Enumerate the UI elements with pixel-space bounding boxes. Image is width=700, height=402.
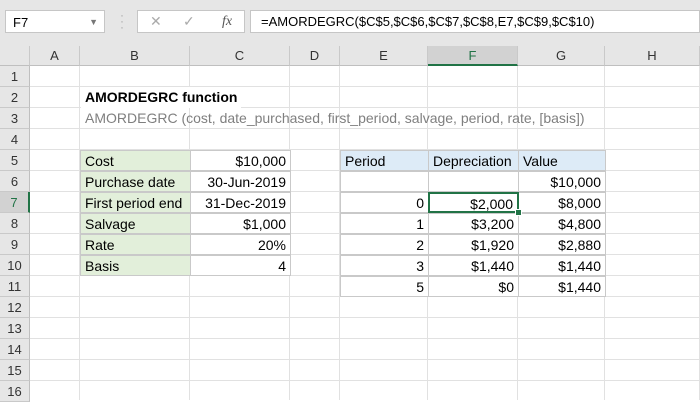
row-header-2[interactable]: 2 [0, 87, 30, 108]
table-cell[interactable]: $3,200 [428, 213, 519, 234]
row-header-5[interactable]: 5 [0, 150, 30, 171]
select-all-button[interactable] [0, 46, 30, 66]
row-header-8[interactable]: 8 [0, 213, 30, 234]
row-header-13[interactable]: 13 [0, 318, 30, 339]
input-label[interactable]: Salvage [80, 213, 191, 234]
table-header[interactable]: Period [340, 150, 429, 171]
table-cell[interactable]: $1,440 [518, 276, 606, 297]
formula-bar-area: F7 ▼ · · · ✕ ✓ fx =AMORDEGRC($C$5,$C$6,$C$7… [0, 0, 700, 46]
row-header-3[interactable]: 3 [0, 108, 30, 129]
table-header[interactable]: Value [518, 150, 606, 171]
fill-handle[interactable] [515, 209, 522, 216]
column-header-E[interactable]: E [340, 46, 428, 66]
column-header-F[interactable]: F [428, 46, 518, 66]
formula-input[interactable]: =AMORDEGRC($C$5,$C$6,$C$7,$C$8,E7,$C$9,$… [250, 10, 700, 33]
column-header-D[interactable]: D [290, 46, 340, 66]
sheet-title: AMORDEGRC function [81, 87, 242, 108]
table-cell[interactable]: $1,920 [428, 234, 519, 255]
column-header-A[interactable]: A [30, 46, 80, 66]
row-header-11[interactable]: 11 [0, 276, 30, 297]
table-cell[interactable]: $0 [428, 276, 519, 297]
table-cell[interactable]: $8,000 [518, 192, 606, 213]
grip-icon: · · · [120, 8, 124, 34]
name-box[interactable]: F7 ▼ [5, 10, 105, 33]
cancel-icon[interactable]: ✕ [150, 11, 162, 32]
row-header-9[interactable]: 9 [0, 234, 30, 255]
row-header-4[interactable]: 4 [0, 129, 30, 150]
column-header-B[interactable]: B [80, 46, 190, 66]
input-label[interactable]: Cost [80, 150, 191, 171]
row-header-16[interactable]: 16 [0, 381, 30, 402]
table-cell[interactable]: $1,440 [428, 255, 519, 276]
row-header-12[interactable]: 12 [0, 297, 30, 318]
formula-buttons: ✕ ✓ fx [137, 10, 245, 33]
column-header-H[interactable]: H [605, 46, 700, 66]
table-cell[interactable]: $4,800 [518, 213, 606, 234]
input-value[interactable]: 4 [190, 255, 291, 276]
input-value[interactable]: $10,000 [190, 150, 291, 171]
table-cell[interactable]: $2,880 [518, 234, 606, 255]
row-header-15[interactable]: 15 [0, 360, 30, 381]
input-value[interactable]: 30-Jun-2019 [190, 171, 291, 192]
column-header-C[interactable]: C [190, 46, 290, 66]
table-cell[interactable]: 2 [340, 234, 429, 255]
syntax-text: AMORDEGRC (cost, date_purchased, first_p… [85, 110, 585, 126]
enter-icon[interactable]: ✓ [183, 11, 195, 32]
table-cell[interactable]: 1 [340, 213, 429, 234]
name-box-value: F7 [13, 15, 29, 30]
active-cell[interactable]: $2,000 [428, 192, 519, 213]
row-header-10[interactable]: 10 [0, 255, 30, 276]
fx-icon[interactable]: fx [222, 11, 232, 32]
row-header-14[interactable]: 14 [0, 339, 30, 360]
table-cell[interactable]: $1,440 [518, 255, 606, 276]
table-cell[interactable] [428, 171, 519, 192]
table-header[interactable]: Depreciation [428, 150, 519, 171]
column-header-G[interactable]: G [518, 46, 605, 66]
table-cell[interactable] [340, 171, 429, 192]
input-value[interactable]: $1,000 [190, 213, 291, 234]
table-cell[interactable]: 5 [340, 276, 429, 297]
row-header-7[interactable]: 7 [0, 192, 30, 213]
input-label[interactable]: Rate [80, 234, 191, 255]
chevron-down-icon[interactable]: ▼ [89, 11, 98, 34]
table-cell[interactable]: $10,000 [518, 171, 606, 192]
table-cell[interactable]: 3 [340, 255, 429, 276]
input-value[interactable]: 31-Dec-2019 [190, 192, 291, 213]
input-label[interactable]: Purchase date [80, 171, 191, 192]
table-cell[interactable]: 0 [340, 192, 429, 213]
input-value[interactable]: 20% [190, 234, 291, 255]
row-header-6[interactable]: 6 [0, 171, 30, 192]
input-label[interactable]: First period end [80, 192, 191, 213]
row-header-1[interactable]: 1 [0, 66, 30, 87]
input-label[interactable]: Basis [80, 255, 191, 276]
